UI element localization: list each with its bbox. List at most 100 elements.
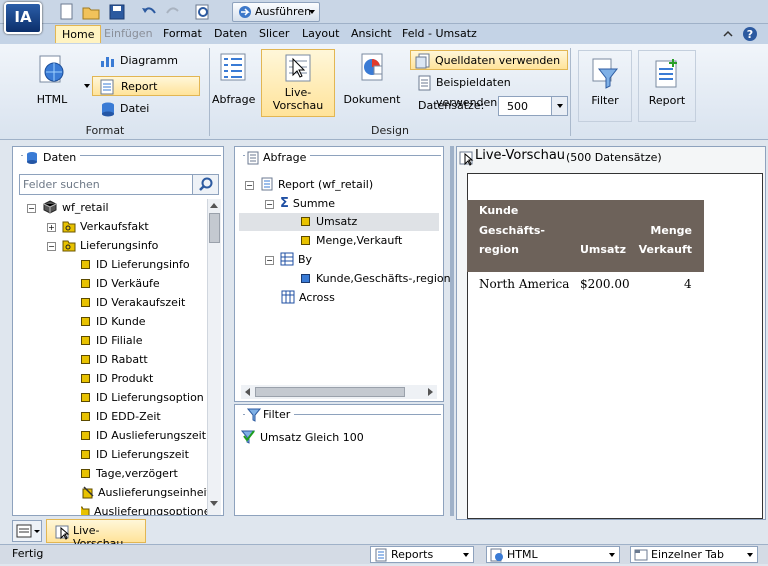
tab-feld-umsatz[interactable]: Feld - Umsatz bbox=[396, 25, 483, 43]
collapse-icon[interactable]: − bbox=[265, 256, 274, 265]
daten-tree-item[interactable]: ID Verakaufszeit bbox=[81, 294, 185, 312]
tree-by[interactable]: − By bbox=[265, 251, 312, 269]
daten-tree-item[interactable]: − Lieferungsinfo bbox=[47, 237, 158, 255]
preview-magnifier-icon[interactable] bbox=[194, 3, 212, 21]
tab-einfuegen[interactable]: Einfügen bbox=[98, 25, 159, 43]
abfrage-button[interactable]: Abfrage bbox=[212, 52, 256, 106]
daten-tree-item[interactable]: ID Produkt bbox=[81, 370, 153, 388]
daten-tree-item[interactable]: − wf_retail bbox=[27, 199, 109, 217]
report-button-label: Report bbox=[648, 94, 686, 107]
filter-item[interactable]: Umsatz Gleich 100 bbox=[240, 429, 364, 447]
live-vorschau-button[interactable]: Live- Vorschau bbox=[261, 49, 335, 117]
run-icon bbox=[237, 5, 253, 25]
dimension-field-icon bbox=[301, 274, 310, 283]
beispieldaten-button[interactable]: Beispieldaten verwenden bbox=[412, 73, 568, 109]
datei-button[interactable]: Datei bbox=[96, 99, 200, 119]
scroll-right-arrow-icon[interactable] bbox=[428, 388, 433, 396]
collapse-icon[interactable]: − bbox=[27, 204, 36, 213]
daten-scrollbar[interactable] bbox=[207, 199, 221, 515]
html-button[interactable]: HTML bbox=[30, 54, 74, 106]
filter-panel-title: Filter bbox=[245, 405, 295, 425]
daten-tree-item[interactable]: + Verkaufsfakt bbox=[47, 218, 149, 236]
collapse-icon[interactable]: − bbox=[245, 181, 254, 190]
report-button[interactable]: Report bbox=[638, 50, 696, 122]
html-combo-icon bbox=[490, 548, 504, 566]
daten-tree-item[interactable]: +Auslieferungsoptione bbox=[81, 503, 210, 515]
field-icon bbox=[81, 260, 90, 269]
tab-slicer[interactable]: Slicer bbox=[253, 25, 295, 43]
app-logo[interactable]: IA bbox=[4, 2, 42, 34]
redo-icon[interactable] bbox=[164, 3, 182, 21]
daten-tree-item[interactable]: ID Lieferungszeit bbox=[81, 446, 189, 464]
daten-tree-item[interactable]: ID Verkäufe bbox=[81, 275, 160, 293]
abfrage-label: Abfrage bbox=[212, 93, 256, 106]
daten-tree-item[interactable]: ID Rabatt bbox=[81, 351, 148, 369]
datensaetze-value: 500 bbox=[507, 100, 528, 113]
live-tab-icon bbox=[55, 524, 71, 543]
reports-combo-icon bbox=[374, 548, 388, 566]
scroll-up-arrow-icon[interactable] bbox=[210, 203, 218, 208]
diagramm-label: Diagramm bbox=[120, 54, 178, 67]
html-combo-arrow-icon bbox=[609, 553, 615, 557]
tree-summe[interactable]: − Σ Summe bbox=[265, 195, 335, 213]
abfrage-hscrollbar[interactable] bbox=[241, 385, 437, 399]
daten-tree-item[interactable]: ID Kunde bbox=[81, 313, 146, 331]
html-dropdown-arrow-icon[interactable] bbox=[82, 82, 90, 90]
quelldaten-button[interactable]: Quelldaten verwenden bbox=[410, 50, 568, 70]
daten-tree-item-label: ID Rabatt bbox=[96, 353, 148, 366]
daten-tree-item[interactable]: ID Filiale bbox=[81, 332, 142, 350]
tab-daten[interactable]: Daten bbox=[208, 25, 253, 43]
undo-icon[interactable] bbox=[140, 3, 158, 21]
daten-tree-item-label: Lieferungsinfo bbox=[80, 239, 159, 252]
tab-layout[interactable]: Layout bbox=[296, 25, 345, 43]
help-icon[interactable]: ? bbox=[742, 26, 758, 45]
diagramm-button[interactable]: Diagramm bbox=[96, 51, 200, 71]
tab-format[interactable]: Format bbox=[157, 25, 208, 43]
scroll-left-arrow-icon[interactable] bbox=[245, 388, 250, 396]
live-vorschau-label-line1: Live- bbox=[284, 86, 312, 99]
field-search-input[interactable]: Felder suchen bbox=[19, 174, 219, 195]
datensaetze-select[interactable]: 500 bbox=[498, 96, 568, 116]
tree-menge[interactable]: Menge,Verkauft bbox=[301, 232, 402, 250]
sigma-icon: Σ bbox=[280, 196, 289, 211]
collapse-icon[interactable]: − bbox=[265, 200, 274, 209]
save-icon[interactable] bbox=[108, 3, 126, 21]
collapse-icon[interactable]: − bbox=[47, 242, 56, 251]
filter-funnel-icon bbox=[592, 58, 619, 89]
daten-tree-item[interactable]: Tage,verzögert bbox=[81, 465, 178, 483]
daten-tree-item[interactable]: ID Lieferungsinfo bbox=[81, 256, 190, 274]
tree-kunde-region[interactable]: Kunde,Geschäfts-,region bbox=[301, 270, 451, 288]
run-button[interactable]: Ausführen bbox=[232, 2, 320, 22]
daten-tree-item[interactable]: ID Auslieferungszeit bbox=[81, 427, 206, 445]
by-label: By bbox=[298, 253, 313, 266]
ribbon-collapse-icon[interactable] bbox=[722, 28, 734, 43]
tab-ansicht[interactable]: Ansicht bbox=[345, 25, 398, 43]
daten-scroll-thumb[interactable] bbox=[209, 213, 220, 243]
daten-tree-item[interactable]: ID Lieferungsoption bbox=[81, 389, 204, 407]
dokument-button[interactable]: Dokument bbox=[342, 52, 402, 106]
daten-panel: Daten Felder suchen − wf_retail + Verkaufsf… bbox=[12, 146, 224, 516]
daten-tree-item[interactable]: ID EDD-Zeit bbox=[81, 408, 161, 426]
view-switch-button[interactable] bbox=[12, 520, 42, 542]
tab-mode-combo[interactable]: Einzelner Tab bbox=[630, 546, 758, 563]
new-document-icon[interactable] bbox=[58, 3, 76, 21]
tab-home[interactable]: Home bbox=[55, 25, 102, 43]
html-combo[interactable]: HTML bbox=[486, 546, 620, 563]
tree-report-root[interactable]: − Report (wf_retail) bbox=[245, 176, 373, 194]
tree-umsatz-selected[interactable]: Umsatz bbox=[239, 213, 439, 231]
filter-button[interactable]: Filter bbox=[578, 50, 632, 122]
preview-header: Live-Vorschau (500 Datensätze) bbox=[457, 147, 765, 169]
expand-icon[interactable]: + bbox=[47, 223, 56, 232]
open-folder-icon[interactable] bbox=[82, 3, 100, 21]
tree-across[interactable]: Across bbox=[281, 289, 335, 307]
scroll-down-arrow-icon[interactable] bbox=[210, 501, 218, 506]
datensaetze-dropdown-arrow-icon[interactable] bbox=[551, 97, 567, 115]
live-vorschau-tab[interactable]: Live-Vorschau bbox=[46, 519, 146, 550]
reports-combo[interactable]: Reports bbox=[370, 546, 474, 563]
daten-tree-item[interactable]: Auslieferungseinheit( bbox=[81, 484, 215, 502]
run-dropdown-arrow-icon[interactable] bbox=[309, 10, 315, 14]
abfrage-hscroll-thumb[interactable] bbox=[255, 387, 405, 397]
search-icon[interactable] bbox=[192, 175, 218, 194]
panel-splitter[interactable] bbox=[450, 146, 454, 516]
report-format-button[interactable]: Report bbox=[92, 76, 200, 96]
